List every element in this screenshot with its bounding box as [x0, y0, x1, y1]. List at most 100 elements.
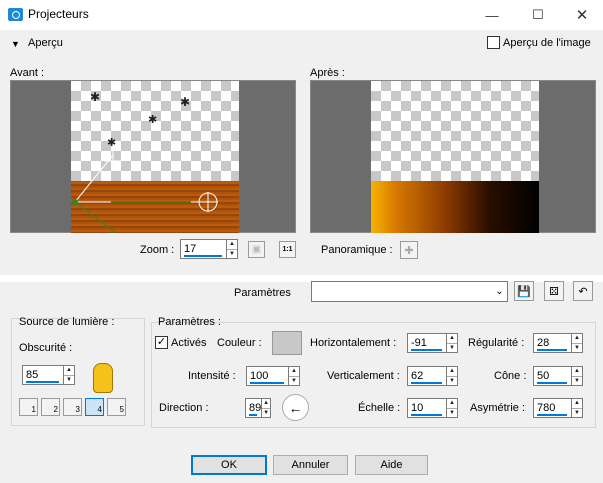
scale-value[interactable]: 10: [408, 399, 446, 417]
stepper-down-icon[interactable]: ▼: [572, 343, 582, 353]
zoom-stepper[interactable]: 17 ▲ ▼: [180, 239, 238, 259]
star-icon: ✱: [180, 95, 190, 109]
light-5-button[interactable]: 5: [107, 398, 126, 416]
stepper-up-icon[interactable]: ▲: [572, 367, 582, 376]
maximize-icon[interactable]: ☐: [516, 0, 560, 30]
light-source-title: Source de lumière :: [19, 316, 115, 328]
zoom-actual-size-icon[interactable]: 1:1: [279, 241, 296, 258]
cone-stepper[interactable]: 50 ▲ ▼: [533, 366, 583, 386]
before-label: Avant :: [10, 67, 45, 79]
darkness-stepper[interactable]: 85 ▲ ▼: [22, 365, 75, 385]
window-title: Projecteurs: [28, 7, 89, 21]
preview-area: ▼ Aperçu Aperçu de l'image Avant : Après…: [0, 30, 603, 275]
regularity-label: Régularité :: [468, 337, 525, 349]
scale-stepper[interactable]: 10 ▲ ▼: [407, 398, 458, 418]
stepper-up-icon[interactable]: ▲: [227, 240, 237, 249]
star-icon: ✱: [148, 114, 157, 126]
horizontal-stepper[interactable]: -91 ▲ ▼: [407, 333, 458, 353]
regularity-stepper[interactable]: 28 ▲ ▼: [533, 333, 583, 353]
minimize-icon[interactable]: —: [470, 0, 514, 30]
light-guides-overlay[interactable]: ✱ ✱ ✱ ✱: [71, 81, 239, 233]
zoom-fit-icon[interactable]: ▣: [248, 241, 265, 258]
color-label: Couleur :: [217, 337, 262, 349]
pan-move-icon[interactable]: ✚: [400, 241, 418, 259]
star-icon: ✱: [107, 137, 116, 149]
horizontal-label: Horizontalement :: [310, 337, 397, 349]
active-label: Activés: [171, 336, 207, 349]
presets-label: Paramètres: [234, 287, 291, 299]
stepper-down-icon[interactable]: ▼: [447, 343, 457, 353]
separator: [0, 275, 603, 282]
color-swatch[interactable]: [272, 331, 302, 355]
close-icon[interactable]: ✕: [560, 0, 603, 30]
after-label: Après :: [310, 67, 345, 79]
collapse-arrow-icon[interactable]: ▼: [11, 39, 20, 49]
after-lit-floor: [371, 181, 539, 233]
light-3-button[interactable]: 3: [63, 398, 82, 416]
stepper-down-icon[interactable]: ▼: [227, 249, 237, 259]
parameters-title: Paramètres :: [158, 316, 221, 328]
zoom-value[interactable]: 17: [181, 240, 226, 258]
light-4-button[interactable]: 4: [85, 398, 104, 416]
light-buttons: 1 2 3 4 5: [19, 398, 126, 416]
help-button[interactable]: Aide: [355, 455, 428, 475]
stepper-up-icon[interactable]: ▲: [572, 334, 582, 343]
active-toggle[interactable]: ✓ Activés: [155, 336, 206, 349]
pointing-hand-icon: [93, 363, 113, 393]
ok-button[interactable]: OK: [191, 455, 267, 475]
asymmetry-label: Asymétrie :: [470, 402, 526, 414]
stepper-up-icon[interactable]: ▲: [289, 367, 299, 376]
direction-dial-icon[interactable]: ←: [282, 394, 309, 421]
cone-edge-line: [74, 201, 117, 233]
light-direction-line: [74, 154, 114, 203]
light-source-handle[interactable]: [72, 199, 78, 205]
randomize-icon[interactable]: ⚄: [544, 281, 564, 301]
preview-section-label[interactable]: Aperçu: [28, 37, 63, 49]
asymmetry-stepper[interactable]: 780 ▲ ▼: [533, 398, 583, 418]
stepper-down-icon[interactable]: ▼: [64, 375, 74, 385]
image-preview-label: Aperçu de l'image: [503, 36, 591, 49]
light-1-button[interactable]: 1: [19, 398, 38, 416]
stepper-up-icon[interactable]: ▲: [572, 399, 582, 408]
before-preview-pane[interactable]: ✱ ✱ ✱ ✱: [10, 80, 296, 233]
stepper-up-icon[interactable]: ▲: [262, 399, 270, 408]
reset-icon[interactable]: ↶: [573, 281, 593, 301]
direction-value[interactable]: 89: [246, 399, 261, 417]
stepper-up-icon[interactable]: ▲: [64, 366, 74, 375]
regularity-value[interactable]: 28: [534, 334, 571, 352]
vertical-stepper[interactable]: 62 ▲ ▼: [407, 366, 458, 386]
cone-value[interactable]: 50: [534, 367, 571, 385]
star-icon: ✱: [90, 90, 100, 104]
presets-dropdown[interactable]: ⌄: [311, 281, 508, 302]
save-preset-icon[interactable]: 💾: [514, 281, 534, 301]
after-transparent-area: [371, 81, 539, 181]
scale-label: Échelle :: [358, 402, 401, 414]
stepper-down-icon[interactable]: ▼: [289, 376, 299, 386]
active-checkbox[interactable]: ✓: [155, 336, 168, 349]
stepper-down-icon[interactable]: ▼: [262, 408, 270, 418]
image-preview-checkbox[interactable]: [487, 36, 500, 49]
light-2-button[interactable]: 2: [41, 398, 60, 416]
stepper-up-icon[interactable]: ▲: [447, 367, 457, 376]
stepper-up-icon[interactable]: ▲: [447, 399, 457, 408]
zoom-label: Zoom :: [140, 244, 175, 256]
vertical-value[interactable]: 62: [408, 367, 446, 385]
intensity-stepper[interactable]: 100 ▲ ▼: [246, 366, 300, 386]
stepper-up-icon[interactable]: ▲: [447, 334, 457, 343]
app-icon: [8, 8, 23, 21]
stepper-down-icon[interactable]: ▼: [572, 376, 582, 386]
stepper-down-icon[interactable]: ▼: [447, 408, 457, 418]
image-preview-toggle[interactable]: Aperçu de l'image: [487, 36, 591, 49]
chevron-down-icon[interactable]: ⌄: [492, 282, 507, 301]
direction-label: Direction :: [159, 402, 209, 414]
stepper-down-icon[interactable]: ▼: [447, 376, 457, 386]
stepper-down-icon[interactable]: ▼: [572, 408, 582, 418]
asymmetry-value[interactable]: 780: [534, 399, 571, 417]
pan-label: Panoramique :: [321, 244, 393, 256]
intensity-value[interactable]: 100: [247, 367, 288, 385]
cancel-button[interactable]: Annuler: [273, 455, 348, 475]
horizontal-value[interactable]: -91: [408, 334, 446, 352]
cone-label: Cône :: [494, 370, 527, 382]
direction-stepper[interactable]: 89 ▲ ▼: [245, 398, 271, 418]
darkness-value[interactable]: 85: [23, 366, 63, 384]
